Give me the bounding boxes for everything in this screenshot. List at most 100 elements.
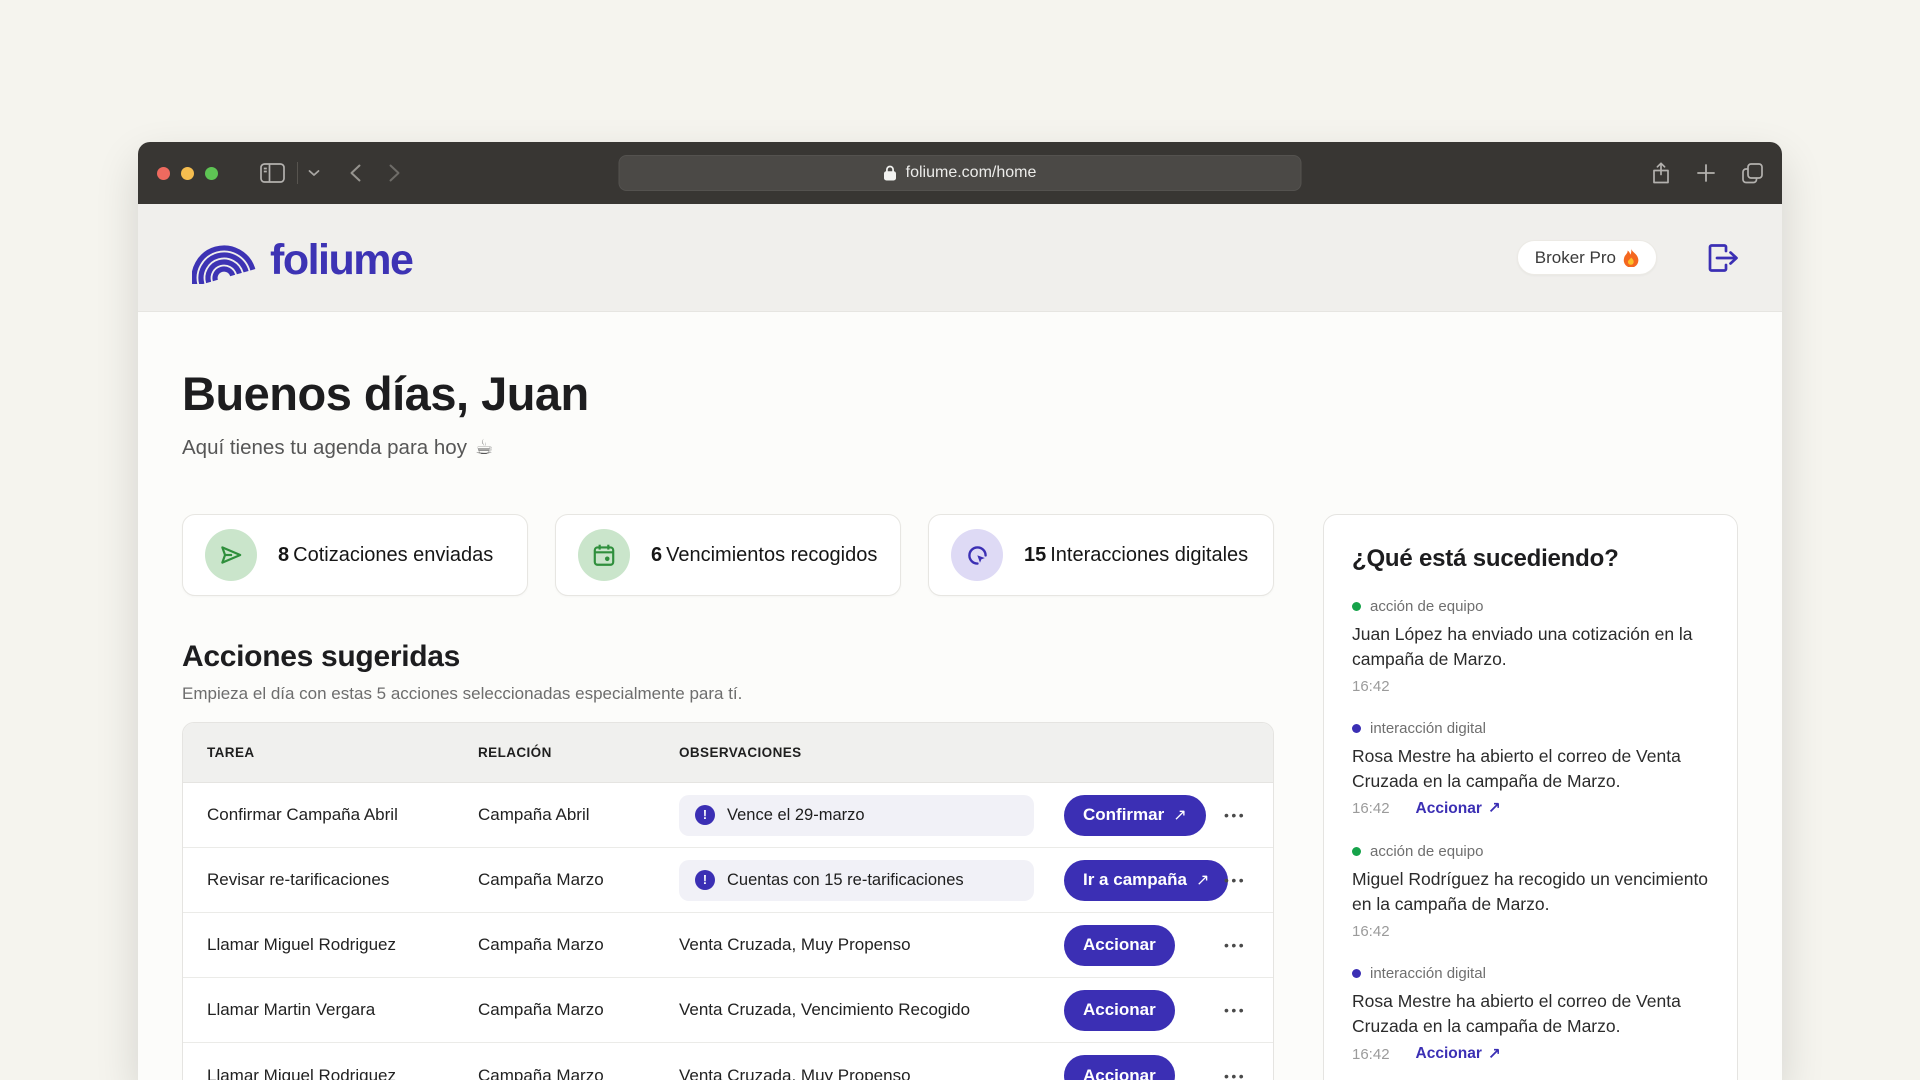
- sidebar-toggle-icon[interactable]: [260, 163, 285, 183]
- external-arrow-icon: ↗: [1488, 799, 1501, 818]
- minimize-window-button[interactable]: [181, 167, 194, 180]
- coffee-icon: ☕: [475, 435, 493, 460]
- new-tab-icon[interactable]: [1697, 164, 1715, 182]
- column-header-relacion: RELACIÓN: [478, 745, 679, 760]
- external-arrow-icon: ↗: [1488, 1045, 1501, 1064]
- team-action-dot-icon: [1352, 847, 1361, 856]
- digital-interaction-dot-icon: [1352, 724, 1361, 733]
- stat-card-vencimientos: 6Vencimientos recogidos: [555, 514, 901, 596]
- section-title: Acciones sugeridas: [182, 640, 1274, 674]
- feed-body: Rosa Mestre ha abierto el correo de Vent…: [1352, 744, 1709, 794]
- observation-pill: ! Vence el 29-marzo: [679, 795, 1034, 836]
- main-content: Buenos días, Juan Aquí tienes tu agenda …: [138, 312, 1782, 1080]
- forward-button[interactable]: [389, 164, 400, 182]
- task-cell: Revisar re-tarificaciones: [207, 870, 478, 890]
- send-icon: [205, 529, 257, 581]
- relation-cell: Campaña Marzo: [478, 935, 679, 955]
- table-header: TAREA RELACIÓN OBSERVACIONES: [183, 723, 1273, 783]
- table-row: Revisar re-tarificaciones Campaña Marzo …: [183, 848, 1273, 913]
- back-button[interactable]: [350, 164, 361, 182]
- action-button[interactable]: Accionar: [1064, 925, 1175, 966]
- chevron-down-icon[interactable]: [308, 169, 320, 177]
- relation-cell: Campaña Marzo: [478, 1066, 679, 1080]
- feed-tag-label: interacción digital: [1370, 965, 1486, 982]
- brand-logo[interactable]: foliume: [192, 232, 412, 284]
- feed-body: Rosa Mestre ha abierto el correo de Vent…: [1352, 989, 1709, 1039]
- calendar-icon: [578, 529, 630, 581]
- tab-overview-icon[interactable]: [1742, 163, 1763, 184]
- stat-value: 6: [651, 544, 662, 566]
- confirm-button[interactable]: Confirmar ↗: [1064, 795, 1206, 836]
- page-subtitle: Aquí tienes tu agenda para hoy ☕: [182, 435, 1782, 460]
- observation-text: Venta Cruzada, Muy Propenso: [679, 1066, 1064, 1080]
- row-more-menu[interactable]: •••: [1224, 937, 1246, 953]
- alert-icon: !: [695, 870, 715, 890]
- go-to-campaign-button[interactable]: Ir a campaña ↗: [1064, 860, 1228, 901]
- stat-value: 8: [278, 544, 289, 566]
- fire-icon: [1623, 248, 1639, 267]
- stat-label: Vencimientos recogidos: [666, 544, 877, 566]
- browser-chrome: foliume.com/home: [138, 142, 1782, 204]
- list-item: acción de equipo Juan López ha enviado u…: [1352, 598, 1709, 695]
- relation-cell: Campaña Abril: [478, 805, 679, 825]
- feed-tag-label: interacción digital: [1370, 720, 1486, 737]
- plan-badge-label: Broker Pro: [1535, 248, 1616, 268]
- team-action-dot-icon: [1352, 602, 1361, 611]
- lock-icon: [884, 165, 897, 181]
- feed-action-link[interactable]: Accionar ↗: [1416, 1045, 1501, 1064]
- activity-feed: ¿Qué está sucediendo? acción de equipo J…: [1323, 514, 1738, 1080]
- feed-tag-label: acción de equipo: [1370, 843, 1483, 860]
- observation-text: Cuentas con 15 re-tarificaciones: [727, 871, 964, 890]
- stat-value: 15: [1024, 544, 1046, 566]
- table-row: Llamar Miguel Rodriguez Campaña Marzo Ve…: [183, 1043, 1273, 1080]
- plan-badge: Broker Pro: [1517, 240, 1657, 275]
- row-more-menu[interactable]: •••: [1224, 807, 1246, 823]
- stat-card-cotizaciones: 8Cotizaciones enviadas: [182, 514, 528, 596]
- url-text: foliume.com/home: [906, 164, 1037, 182]
- observation-text: Venta Cruzada, Muy Propenso: [679, 935, 1064, 955]
- feed-time: 16:42: [1352, 800, 1390, 817]
- row-more-menu[interactable]: •••: [1224, 1002, 1246, 1018]
- observation-pill: ! Cuentas con 15 re-tarificaciones: [679, 860, 1034, 901]
- browser-window: foliume.com/home: [138, 142, 1782, 1080]
- logout-icon[interactable]: [1707, 243, 1740, 273]
- feed-tag-label: acción de equipo: [1370, 598, 1483, 615]
- feed-body: Juan López ha enviado una cotización en …: [1352, 622, 1709, 672]
- row-more-menu[interactable]: •••: [1224, 872, 1246, 888]
- stat-card-interacciones: 15Interacciones digitales: [928, 514, 1274, 596]
- app-header: foliume Broker Pro: [138, 204, 1782, 312]
- task-cell: Llamar Martin Vergara: [207, 1000, 478, 1020]
- list-item: interacción digital Rosa Mestre ha abier…: [1352, 720, 1709, 819]
- cursor-click-icon: [951, 529, 1003, 581]
- row-more-menu[interactable]: •••: [1224, 1068, 1246, 1080]
- stats-row: 8Cotizaciones enviadas: [182, 514, 1274, 596]
- feed-body: Miguel Rodríguez ha recogido un vencimie…: [1352, 867, 1709, 917]
- feed-action-link[interactable]: Accionar ↗: [1416, 799, 1501, 818]
- feed-time: 16:42: [1352, 923, 1390, 940]
- task-cell: Confirmar Campaña Abril: [207, 805, 478, 825]
- table-row: Confirmar Campaña Abril Campaña Abril ! …: [183, 783, 1273, 848]
- close-window-button[interactable]: [157, 167, 170, 180]
- action-button[interactable]: Accionar: [1064, 990, 1175, 1031]
- traffic-lights: [157, 167, 218, 180]
- share-icon[interactable]: [1652, 162, 1670, 184]
- table-row: Llamar Miguel Rodriguez Campaña Marzo Ve…: [183, 913, 1273, 978]
- action-button[interactable]: Accionar: [1064, 1055, 1175, 1080]
- table-row: Llamar Martin Vergara Campaña Marzo Vent…: [183, 978, 1273, 1043]
- stat-label: Interacciones digitales: [1050, 544, 1248, 566]
- address-bar[interactable]: foliume.com/home: [619, 155, 1302, 191]
- external-arrow-icon: ↗: [1173, 805, 1186, 825]
- zoom-window-button[interactable]: [205, 167, 218, 180]
- relation-cell: Campaña Marzo: [478, 1000, 679, 1020]
- column-header-observaciones: OBSERVACIONES: [679, 745, 1064, 760]
- feed-time: 16:42: [1352, 1046, 1390, 1063]
- task-cell: Llamar Miguel Rodriguez: [207, 1066, 478, 1080]
- observation-text: Venta Cruzada, Vencimiento Recogido: [679, 1000, 1064, 1020]
- column-header-tarea: TAREA: [207, 745, 478, 760]
- chrome-divider: [297, 162, 298, 184]
- page-title: Buenos días, Juan: [182, 366, 1782, 421]
- section-subtitle: Empieza el día con estas 5 acciones sele…: [182, 684, 1274, 704]
- feed-time: 16:42: [1352, 678, 1390, 695]
- relation-cell: Campaña Marzo: [478, 870, 679, 890]
- list-item: acción de equipo Miguel Rodríguez ha rec…: [1352, 843, 1709, 940]
